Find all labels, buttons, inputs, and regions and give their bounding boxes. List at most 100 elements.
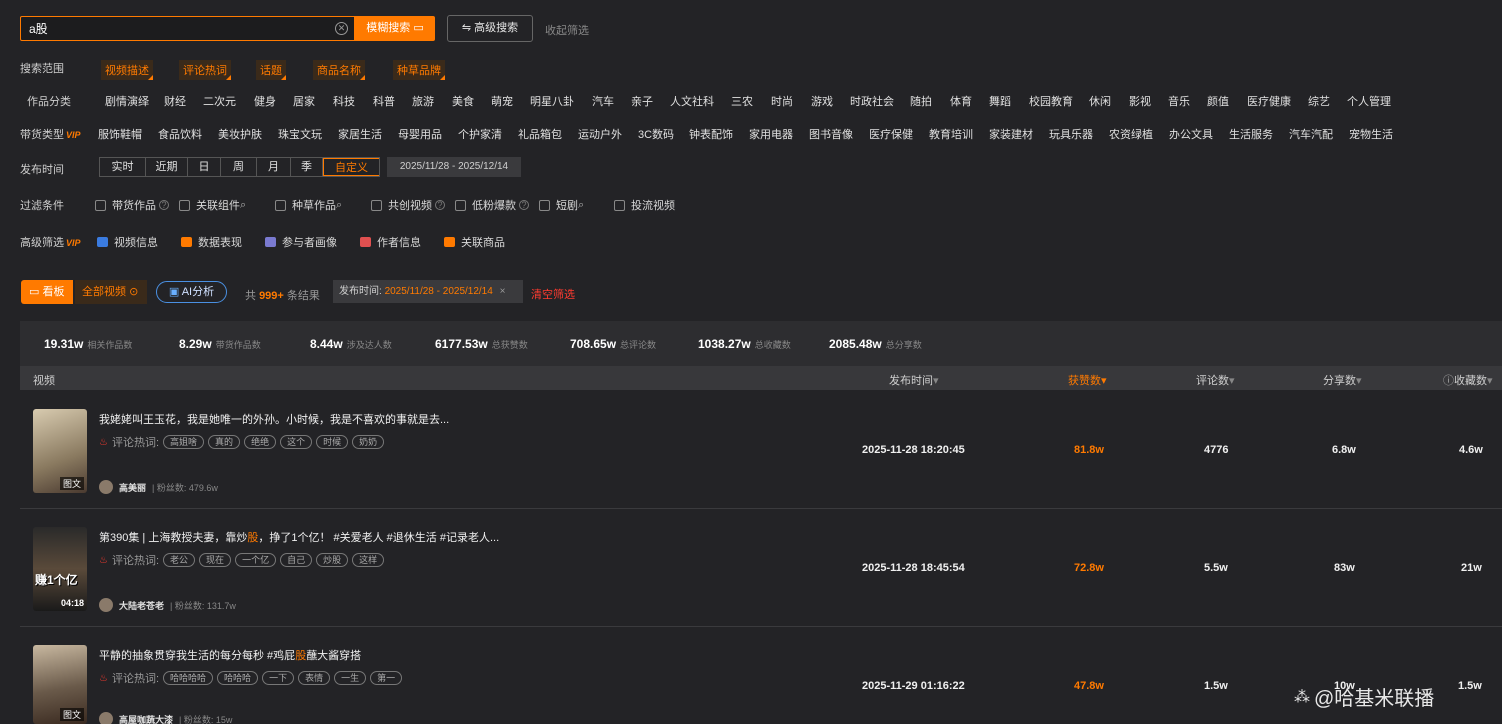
keyword-chip[interactable]: 哈哈哈: [217, 671, 259, 685]
th-likes[interactable]: 获赞数▾: [1068, 372, 1107, 388]
close-icon[interactable]: ×: [500, 286, 506, 297]
filter-checkbox[interactable]: 关联组件 ⌕: [179, 197, 246, 213]
goods-type-item[interactable]: 珠宝文玩: [278, 126, 322, 142]
goods-type-item[interactable]: 家居生活: [338, 126, 382, 142]
category-item[interactable]: 美食: [452, 93, 474, 109]
adv-participant-profile[interactable]: 参与者画像: [265, 234, 337, 250]
category-item[interactable]: 明星八卦: [530, 93, 574, 109]
category-item[interactable]: 舞蹈: [989, 93, 1011, 109]
th-shares[interactable]: 分享数▾: [1323, 372, 1362, 388]
category-item[interactable]: 健身: [254, 93, 276, 109]
keyword-chip[interactable]: 老公: [163, 553, 196, 567]
search-input-box[interactable]: ✕: [20, 16, 355, 41]
table-row[interactable]: [20, 391, 1502, 509]
filter-checkbox[interactable]: 带货作品?: [95, 197, 169, 213]
ai-analysis-button[interactable]: ▣ AI分析: [156, 281, 227, 303]
goods-type-item[interactable]: 美妆护肤: [218, 126, 262, 142]
goods-type-item[interactable]: 个护家清: [458, 126, 502, 142]
category-item[interactable]: 居家: [293, 93, 315, 109]
category-item[interactable]: 校园教育: [1029, 93, 1073, 109]
time-option[interactable]: 实时: [100, 158, 146, 176]
advanced-search-button[interactable]: ⇋ 高级搜索: [447, 15, 533, 42]
keyword-chip[interactable]: 现在: [199, 553, 232, 567]
category-item[interactable]: 财经: [164, 93, 186, 109]
adv-author-info[interactable]: 作者信息: [360, 234, 421, 250]
keyword-chip[interactable]: 一个亿: [235, 553, 277, 567]
goods-type-item[interactable]: 生活服务: [1229, 126, 1273, 142]
goods-type-item[interactable]: 办公文具: [1169, 126, 1213, 142]
category-item[interactable]: 颜值: [1207, 93, 1229, 109]
checkbox-box[interactable]: [539, 199, 550, 211]
kanban-button[interactable]: ▭ 看板: [21, 280, 73, 304]
th-favs[interactable]: ⓘ收藏数▾: [1443, 372, 1493, 388]
adv-data-performance[interactable]: 数据表现: [181, 234, 242, 250]
category-item[interactable]: 科技: [333, 93, 355, 109]
category-item[interactable]: 体育: [950, 93, 972, 109]
scope-tag[interactable]: 话题: [256, 60, 286, 80]
scope-tag[interactable]: 评论热词: [179, 60, 231, 80]
video-thumbnail[interactable]: 图文: [33, 409, 87, 493]
date-range-picker[interactable]: 2025/11/28 - 2025/12/14: [387, 157, 521, 177]
keyword-chip[interactable]: 炒股: [316, 553, 349, 567]
goods-type-item[interactable]: 农资绿植: [1109, 126, 1153, 142]
category-item[interactable]: 人文社科: [670, 93, 714, 109]
clear-filter-link[interactable]: 清空筛选: [531, 286, 575, 302]
checkbox-box[interactable]: [371, 199, 382, 211]
category-item[interactable]: 游戏: [811, 93, 833, 109]
goods-type-item[interactable]: 汽车汽配: [1289, 126, 1333, 142]
keyword-chip[interactable]: 奶奶: [352, 435, 385, 449]
goods-type-item[interactable]: 图书音像: [809, 126, 853, 142]
checkbox-box[interactable]: [614, 199, 625, 211]
checkbox-box[interactable]: [455, 199, 466, 211]
filter-checkbox[interactable]: 短剧 ⌕: [539, 197, 584, 213]
category-item[interactable]: 个人管理: [1347, 93, 1391, 109]
keyword-chip[interactable]: 哈哈哈哈: [163, 671, 214, 685]
category-item[interactable]: 时尚: [771, 93, 793, 109]
th-comments[interactable]: 评论数▾: [1196, 372, 1235, 388]
category-item[interactable]: 影视: [1129, 93, 1151, 109]
author-info[interactable]: 高美丽 | 粉丝数: 479.6w: [99, 480, 218, 494]
clear-icon[interactable]: ✕: [335, 22, 348, 35]
filter-checkbox[interactable]: 共创视频?: [371, 197, 445, 213]
goods-type-item[interactable]: 3C数码: [638, 126, 674, 142]
time-option-active[interactable]: 自定义: [323, 158, 379, 176]
keyword-chip[interactable]: 真的: [208, 435, 241, 449]
checkbox-box[interactable]: [95, 199, 106, 211]
category-item[interactable]: 萌宠: [491, 93, 513, 109]
category-item[interactable]: 音乐: [1168, 93, 1190, 109]
scope-tag[interactable]: 商品名称: [313, 60, 365, 80]
keyword-chip[interactable]: 时候: [316, 435, 349, 449]
goods-type-item[interactable]: 食品饮料: [158, 126, 202, 142]
goods-type-item[interactable]: 家用电器: [749, 126, 793, 142]
goods-type-item[interactable]: 母婴用品: [398, 126, 442, 142]
keyword-chip[interactable]: 表情: [298, 671, 331, 685]
category-item[interactable]: 科普: [373, 93, 395, 109]
all-video-dropdown[interactable]: 全部视频 ⊙: [75, 280, 147, 304]
time-option[interactable]: 近期: [146, 158, 188, 176]
checkbox-box[interactable]: [179, 199, 190, 211]
goods-type-item[interactable]: 运动户外: [578, 126, 622, 142]
keyword-chip[interactable]: 一下: [262, 671, 295, 685]
author-info[interactable]: 高屋咖蔬大漆 | 粉丝数: 15w: [99, 712, 232, 724]
video-title[interactable]: 第390集 | 上海教授夫妻，靠炒股，挣了1个亿！ #关爱老人 #退休生活 #记…: [99, 529, 499, 545]
filter-checkbox[interactable]: 低粉爆款?: [455, 197, 529, 213]
category-item[interactable]: 二次元: [203, 93, 236, 109]
adv-video-info[interactable]: 视频信息: [97, 234, 158, 250]
time-option[interactable]: 日: [188, 158, 221, 176]
author-info[interactable]: 大陆老苍老 | 粉丝数: 131.7w: [99, 598, 236, 612]
goods-type-item[interactable]: 服饰鞋帽: [98, 126, 142, 142]
category-item[interactable]: 随拍: [910, 93, 932, 109]
video-title[interactable]: 我姥姥叫王玉花，我是她唯一的外孙。小时候，我是不喜欢的事就是去...: [99, 411, 449, 427]
goods-type-item[interactable]: 教育培训: [929, 126, 973, 142]
category-item[interactable]: 医疗健康: [1247, 93, 1291, 109]
th-time[interactable]: 发布时间▾: [889, 372, 939, 388]
fuzzy-search-button[interactable]: 模糊搜索 ▭: [355, 16, 435, 41]
goods-type-item[interactable]: 医疗保健: [869, 126, 913, 142]
category-item[interactable]: 三农: [731, 93, 753, 109]
adv-related-goods[interactable]: 关联商品: [444, 234, 505, 250]
category-item[interactable]: 综艺: [1308, 93, 1330, 109]
goods-type-item[interactable]: 家装建材: [989, 126, 1033, 142]
filter-checkbox[interactable]: 投流视频: [614, 197, 675, 213]
search-input[interactable]: [21, 17, 354, 40]
category-item[interactable]: 亲子: [631, 93, 653, 109]
